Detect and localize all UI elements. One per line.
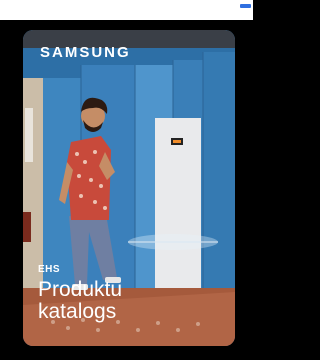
catalog-title-line1: Produktu <box>38 278 123 301</box>
catalog-title-line2: katalogs <box>38 300 117 323</box>
samsung-logo: SAMSUNG <box>40 44 131 61</box>
eyebrow-label: EHS <box>38 264 61 275</box>
accent-bar <box>240 4 251 8</box>
top-strip <box>0 0 253 20</box>
catalog-card[interactable]: SAMSUNG EHS Produktu katalogs <box>23 30 235 346</box>
caption-block: EHS Produktu katalogs <box>38 264 122 323</box>
